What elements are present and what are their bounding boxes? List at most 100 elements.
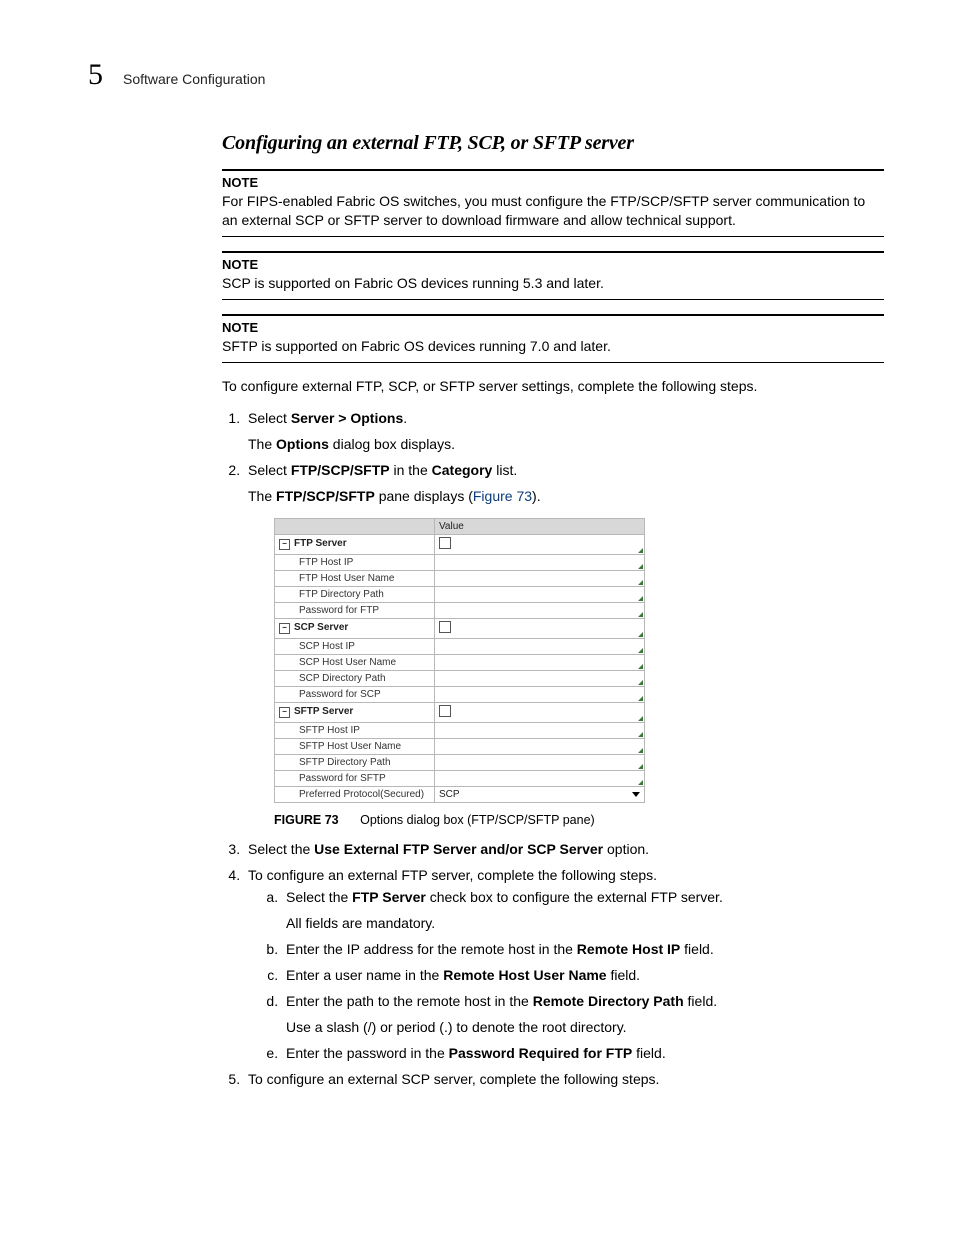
value-cell[interactable]	[435, 586, 645, 602]
step-5: To configure an external SCP server, com…	[244, 1071, 884, 1087]
value-cell[interactable]	[435, 602, 645, 618]
text: Enter the password in the	[286, 1045, 449, 1061]
tree-child: Password for FTP	[275, 602, 435, 618]
text: The	[248, 436, 276, 452]
figure-caption: FIGURE 73 Options dialog box (FTP/SCP/SF…	[274, 813, 884, 827]
checkbox-icon[interactable]	[439, 621, 451, 633]
step-4c: Enter a user name in the Remote Host Use…	[282, 967, 884, 983]
tree-child: SFTP Directory Path	[275, 754, 435, 770]
steps-list: Select Server > Options. The Options dia…	[222, 410, 884, 1087]
tree-child: SCP Directory Path	[275, 670, 435, 686]
text-bold: Remote Directory Path	[533, 993, 684, 1009]
value-cell[interactable]	[435, 722, 645, 738]
text-bold: Remote Host IP	[577, 941, 680, 957]
step-subtext: The Options dialog box displays.	[248, 436, 884, 452]
tree-child: SCP Host User Name	[275, 654, 435, 670]
text-bold: Category	[432, 462, 493, 478]
text-bold: Options	[276, 436, 329, 452]
intro-paragraph: To configure external FTP, SCP, or SFTP …	[222, 377, 884, 396]
figure-label: FIGURE 73	[274, 813, 339, 827]
col-header-blank	[275, 518, 435, 534]
value-cell[interactable]	[435, 654, 645, 670]
step-4e: Enter the password in the Password Requi…	[282, 1045, 884, 1061]
step-subtext: The FTP/SCP/SFTP pane displays (Figure 7…	[248, 488, 884, 504]
figure-73: Value −FTP ServerFTP Host IPFTP Host Use…	[274, 518, 884, 803]
tree-group[interactable]: −SCP Server	[275, 618, 435, 638]
value-cell[interactable]	[435, 686, 645, 702]
tree-child: SFTP Host IP	[275, 722, 435, 738]
tree-child: FTP Host User Name	[275, 570, 435, 586]
text: in the	[390, 462, 432, 478]
value-cell-select[interactable]: SCP	[435, 786, 645, 802]
group-label: FTP Server	[294, 538, 347, 549]
value-cell[interactable]	[435, 770, 645, 786]
step-3: Select the Use External FTP Server and/o…	[244, 841, 884, 857]
tree-group[interactable]: −SFTP Server	[275, 702, 435, 722]
value-cell[interactable]	[435, 670, 645, 686]
value-cell[interactable]	[435, 754, 645, 770]
text: field.	[684, 993, 717, 1009]
step-4d: Enter the path to the remote host in the…	[282, 993, 884, 1035]
checkbox-icon[interactable]	[439, 537, 451, 549]
tree-child: FTP Host IP	[275, 554, 435, 570]
text: To configure an external FTP server, com…	[248, 867, 657, 883]
note-block: NOTE SFTP is supported on Fabric OS devi…	[222, 314, 884, 363]
value-cell[interactable]	[435, 738, 645, 754]
text: Enter the path to the remote host in the	[286, 993, 533, 1009]
text-bold: FTP/SCP/SFTP	[276, 488, 375, 504]
step-text: .	[403, 410, 407, 426]
text: pane displays (	[375, 488, 473, 504]
value-cell[interactable]	[435, 534, 645, 554]
note-text: SFTP is supported on Fabric OS devices r…	[222, 338, 611, 354]
substeps-list: Select the FTP Server check box to confi…	[260, 889, 884, 1061]
text: To configure an external SCP server, com…	[248, 1071, 659, 1087]
figure-caption-text: Options dialog box (FTP/SCP/SFTP pane)	[360, 813, 595, 827]
value-cell[interactable]	[435, 638, 645, 654]
text: field.	[680, 941, 713, 957]
text: Select the	[286, 889, 352, 905]
section-heading: Configuring an external FTP, SCP, or SFT…	[222, 132, 884, 155]
tree-child: SCP Host IP	[275, 638, 435, 654]
collapse-icon[interactable]: −	[279, 707, 290, 718]
col-header-value: Value	[435, 518, 645, 534]
note-text: SCP is supported on Fabric OS devices ru…	[222, 275, 604, 291]
step-text: Select	[248, 410, 291, 426]
tree-child: FTP Directory Path	[275, 586, 435, 602]
tree-child: SFTP Host User Name	[275, 738, 435, 754]
figure-link[interactable]: Figure 73	[473, 488, 532, 504]
text: Enter a user name in the	[286, 967, 443, 983]
chevron-down-icon[interactable]	[632, 792, 640, 797]
step-4b: Enter the IP address for the remote host…	[282, 941, 884, 957]
text-bold: Password Required for FTP	[449, 1045, 633, 1061]
value-cell[interactable]	[435, 702, 645, 722]
text: option.	[603, 841, 649, 857]
text-bold: Use External FTP Server and/or SCP Serve…	[314, 841, 603, 857]
value-cell[interactable]	[435, 570, 645, 586]
chapter-number: 5	[88, 58, 103, 92]
tree-child: Preferred Protocol(Secured)	[275, 786, 435, 802]
note-text: For FIPS-enabled Fabric OS switches, you…	[222, 193, 865, 228]
text: Select	[248, 462, 291, 478]
text: Select the	[248, 841, 314, 857]
value-cell[interactable]	[435, 554, 645, 570]
tree-child: Password for SFTP	[275, 770, 435, 786]
collapse-icon[interactable]: −	[279, 623, 290, 634]
options-table: Value −FTP ServerFTP Host IPFTP Host Use…	[274, 518, 645, 803]
step-4a: Select the FTP Server check box to confi…	[282, 889, 884, 931]
tree-group[interactable]: −FTP Server	[275, 534, 435, 554]
text: dialog box displays.	[329, 436, 455, 452]
checkbox-icon[interactable]	[439, 705, 451, 717]
note-block: NOTE SCP is supported on Fabric OS devic…	[222, 251, 884, 300]
step-2: Select FTP/SCP/SFTP in the Category list…	[244, 462, 884, 827]
text: check box to configure the external FTP …	[426, 889, 723, 905]
text: ).	[532, 488, 541, 504]
step-subtext: All fields are mandatory.	[286, 915, 884, 931]
text: Enter the IP address for the remote host…	[286, 941, 577, 957]
note-label: NOTE	[222, 257, 884, 272]
group-label: SCP Server	[294, 622, 348, 633]
value-cell[interactable]	[435, 618, 645, 638]
group-label: SFTP Server	[294, 706, 353, 717]
step-subtext: Use a slash (/) or period (.) to denote …	[286, 1019, 884, 1035]
step-4: To configure an external FTP server, com…	[244, 867, 884, 1061]
collapse-icon[interactable]: −	[279, 539, 290, 550]
